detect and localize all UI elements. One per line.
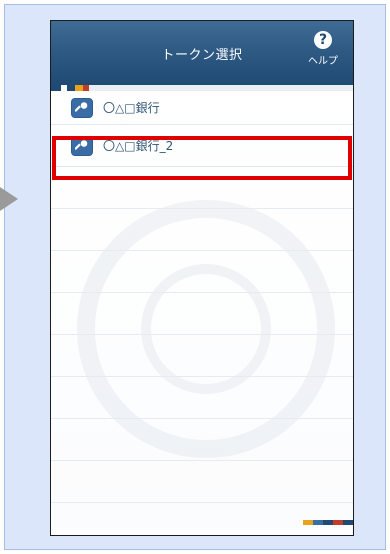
pointer-arrow <box>0 187 18 211</box>
empty-row <box>51 419 353 461</box>
empty-row <box>51 377 353 419</box>
empty-row <box>51 209 353 251</box>
empty-row <box>51 335 353 377</box>
footer-accent-stripe <box>303 520 353 525</box>
phone-screen: トークン選択 ? ヘルプ 〇△□銀行 〇△□銀行_2 <box>50 20 354 536</box>
token-item-2[interactable]: 〇△□銀行_2 <box>51 125 353 167</box>
key-icon <box>71 97 93 118</box>
token-item-1[interactable]: 〇△□銀行 <box>51 91 353 125</box>
key-icon <box>71 135 93 156</box>
empty-row <box>51 251 353 293</box>
token-list: 〇△□銀行 〇△□銀行_2 <box>51 91 353 531</box>
app-header: トークン選択 ? ヘルプ <box>51 21 353 85</box>
token-label: 〇△□銀行_2 <box>103 139 174 153</box>
empty-row <box>51 167 353 209</box>
empty-row <box>51 293 353 335</box>
help-label: ヘルプ <box>308 56 338 67</box>
help-button[interactable]: ? ヘルプ <box>303 31 343 67</box>
empty-row <box>51 461 353 503</box>
help-icon: ? <box>314 31 332 49</box>
token-label: 〇△□銀行 <box>103 101 160 115</box>
